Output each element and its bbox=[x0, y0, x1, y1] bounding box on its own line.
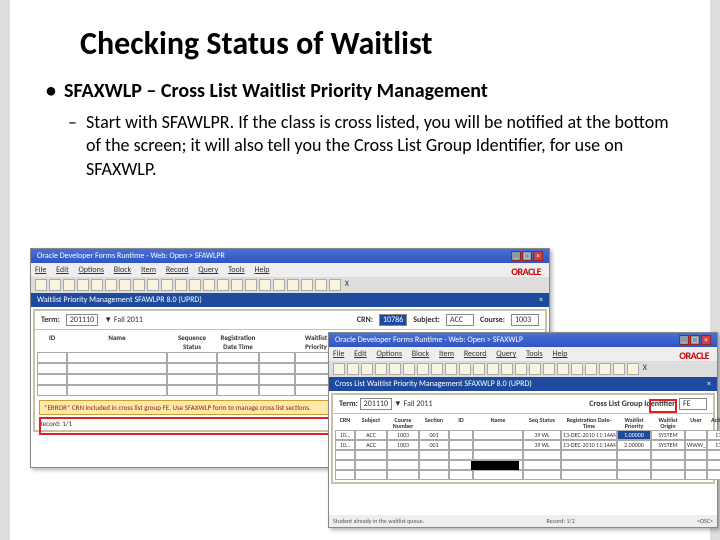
grid-row[interactable]: 10…ACC100300139 WL13-DEC-2010 11:14AM2.0… bbox=[335, 440, 711, 450]
form-title: Waitlist Priority Management SFAWLPR 8.0… bbox=[37, 295, 202, 305]
menu-query[interactable]: Query bbox=[198, 265, 218, 275]
subject-label: Subject: bbox=[413, 315, 440, 325]
menu-help[interactable]: Help bbox=[254, 265, 269, 275]
menu-query[interactable]: Query bbox=[496, 349, 516, 359]
redaction-bar bbox=[471, 461, 519, 470]
grid-row[interactable] bbox=[335, 470, 711, 480]
form-title: Cross List Waitlist Priority Management … bbox=[335, 379, 532, 389]
menu-item[interactable]: Item bbox=[439, 349, 454, 359]
menu-tools[interactable]: Tools bbox=[228, 265, 245, 275]
xlist-field[interactable]: FE bbox=[679, 398, 707, 410]
status-bar: Student already in the waitlist queue. R… bbox=[329, 515, 717, 527]
menubar[interactable]: File Edit Options Block Item Record Quer… bbox=[31, 263, 549, 277]
menu-record[interactable]: Record bbox=[464, 349, 487, 359]
form-close-icon[interactable]: × bbox=[539, 295, 543, 305]
menu-record[interactable]: Record bbox=[166, 265, 189, 275]
menu-item[interactable]: Item bbox=[141, 265, 156, 275]
term-label: Term: bbox=[339, 399, 358, 409]
form-close-icon[interactable]: × bbox=[707, 379, 711, 389]
grid-row[interactable] bbox=[335, 460, 711, 470]
menu-options[interactable]: Options bbox=[78, 265, 103, 275]
term-label: Term: bbox=[41, 315, 60, 325]
term-desc: ▼ Fall 2011 bbox=[394, 399, 433, 409]
bullet-level1: SFAXWLP – Cross List Waitlist Priority M… bbox=[46, 79, 680, 103]
menu-edit[interactable]: Edit bbox=[56, 265, 69, 275]
term-field[interactable]: 201110 bbox=[360, 398, 392, 410]
toolbar[interactable]: X bbox=[31, 277, 549, 293]
bullet-level2: Start with SFAWLPR. If the class is cros… bbox=[68, 111, 680, 181]
crn-field[interactable]: 10786 bbox=[379, 314, 407, 326]
menu-help[interactable]: Help bbox=[552, 349, 567, 359]
window-buttons[interactable]: _▢× bbox=[510, 251, 543, 261]
screenshot-sfaxwlp: Oracle Developer Forms Runtime - Web: Op… bbox=[328, 332, 718, 528]
subject-field[interactable]: ACC bbox=[446, 314, 474, 326]
menu-edit[interactable]: Edit bbox=[354, 349, 367, 359]
menu-block[interactable]: Block bbox=[114, 265, 131, 275]
menu-file[interactable]: File bbox=[333, 349, 344, 359]
term-desc: ▼ Fall 2011 bbox=[104, 315, 143, 325]
term-field[interactable]: 201110 bbox=[66, 314, 98, 326]
grid-row[interactable] bbox=[335, 450, 711, 460]
window-title: Oracle Developer Forms Runtime - Web: Op… bbox=[37, 251, 225, 261]
crn-label: CRN: bbox=[357, 315, 373, 325]
window-buttons[interactable]: _▢× bbox=[678, 335, 711, 345]
menubar[interactable]: File Edit Options Block Item Record Quer… bbox=[329, 347, 717, 361]
menu-block[interactable]: Block bbox=[412, 349, 429, 359]
menu-file[interactable]: File bbox=[35, 265, 46, 275]
slide-title: Checking Status of Waitlist bbox=[80, 24, 680, 63]
annotation-box bbox=[649, 399, 677, 413]
course-field[interactable]: 1003 bbox=[511, 314, 539, 326]
window-title: Oracle Developer Forms Runtime - Web: Op… bbox=[335, 335, 523, 345]
menu-options[interactable]: Options bbox=[376, 349, 401, 359]
grid-header: CRNSubjectCourse NumberSectionIDNameSeq … bbox=[335, 416, 711, 430]
toolbar[interactable]: X bbox=[329, 361, 717, 377]
oracle-logo: ORACLE bbox=[679, 349, 709, 362]
grid-row[interactable]: 10…ACC100300139 WL13-DEC-2010 11:14AM1.0… bbox=[335, 430, 711, 440]
course-label: Course: bbox=[480, 315, 505, 325]
menu-tools[interactable]: Tools bbox=[526, 349, 543, 359]
oracle-logo: ORACLE bbox=[511, 265, 541, 278]
